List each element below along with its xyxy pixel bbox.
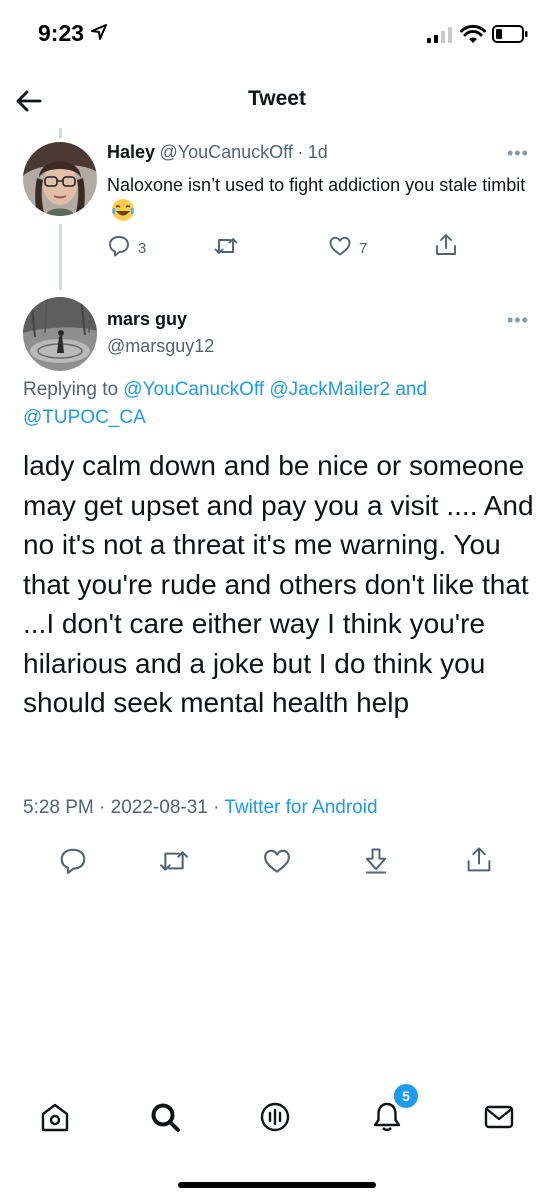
tweet-date: 2022-08-31 <box>110 797 208 818</box>
reply-icon[interactable] <box>58 846 88 881</box>
nav-header: Tweet <box>0 70 554 130</box>
home-indicator[interactable] <box>178 1182 376 1188</box>
mention-link[interactable]: @TUPOC_CA <box>23 407 146 428</box>
status-time: 9:23 <box>38 20 85 46</box>
save-icon[interactable] <box>362 846 390 881</box>
like-count: 7 <box>359 240 368 257</box>
signal-icon <box>427 27 453 48</box>
notifications-badge: 5 <box>392 1082 420 1110</box>
like-icon[interactable] <box>262 846 292 881</box>
share-icon[interactable] <box>464 844 494 881</box>
location-arrow-icon <box>90 23 108 46</box>
share-button[interactable] <box>433 232 459 263</box>
replying-prefix: Replying to <box>23 379 119 400</box>
separator: · <box>297 142 304 162</box>
tab-bar: 5 <box>0 1082 554 1150</box>
author-name[interactable]: Haley <box>107 142 155 162</box>
more-options-icon[interactable]: ••• <box>507 143 529 164</box>
page-title: Tweet <box>248 87 306 110</box>
thread-line <box>59 224 62 290</box>
avatar[interactable] <box>23 297 97 371</box>
tweet-actions <box>0 840 554 880</box>
author-name[interactable]: mars guy <box>107 309 187 330</box>
parent-tweet-actions: 3 7 <box>107 231 477 261</box>
separator: · <box>99 797 106 818</box>
share-icon <box>433 232 459 263</box>
reply-icon <box>107 234 131 263</box>
avatar[interactable] <box>23 142 97 216</box>
reply-button[interactable]: 3 <box>107 234 146 263</box>
like-icon <box>328 234 352 263</box>
tweet-meta: 5:28 PM · 2022-08-31 · Twitter for Andro… <box>23 797 378 819</box>
retweet-button[interactable] <box>213 234 239 263</box>
like-button[interactable]: 7 <box>328 234 367 263</box>
search-icon[interactable] <box>148 1100 182 1139</box>
separator: · <box>213 797 220 818</box>
home-icon[interactable] <box>38 1100 72 1139</box>
reply-count: 3 <box>138 240 147 257</box>
thread-line-top <box>59 128 62 138</box>
tweet-body: lady calm down and be nice or someone ma… <box>23 450 534 718</box>
laughing-crying-emoji-icon <box>111 198 135 229</box>
author-handle[interactable]: @YouCanuckOff <box>160 142 293 162</box>
retweet-icon[interactable] <box>158 846 190 881</box>
author-handle[interactable]: @marsguy12 <box>107 336 214 357</box>
replying-to: Replying to @YouCanuckOff @JackMailer2 a… <box>23 376 533 432</box>
tweet-time: 5:28 PM <box>23 797 94 818</box>
tweet-body: Naloxone isn’t used to fight addiction y… <box>107 175 526 195</box>
spaces-icon[interactable] <box>258 1100 292 1139</box>
time-ago: 1d <box>307 142 328 162</box>
retweet-icon <box>213 234 239 263</box>
wifi-icon <box>460 24 486 49</box>
mention-link[interactable]: @YouCanuckOff <box>123 379 264 400</box>
tweet-source[interactable]: Twitter for Android <box>224 797 377 818</box>
mention-link[interactable]: @JackMailer2 <box>269 379 390 400</box>
parent-tweet-header: Haley @YouCanuckOff · 1d <box>107 142 328 163</box>
mention-joiner[interactable]: and <box>395 379 427 400</box>
battery-icon <box>492 24 528 49</box>
more-options-icon[interactable]: ••• <box>507 310 529 331</box>
status-bar: 9:23 <box>0 0 554 70</box>
messages-icon[interactable] <box>482 1100 516 1139</box>
parent-tweet-text: Naloxone isn’t used to fight addiction y… <box>107 172 527 229</box>
